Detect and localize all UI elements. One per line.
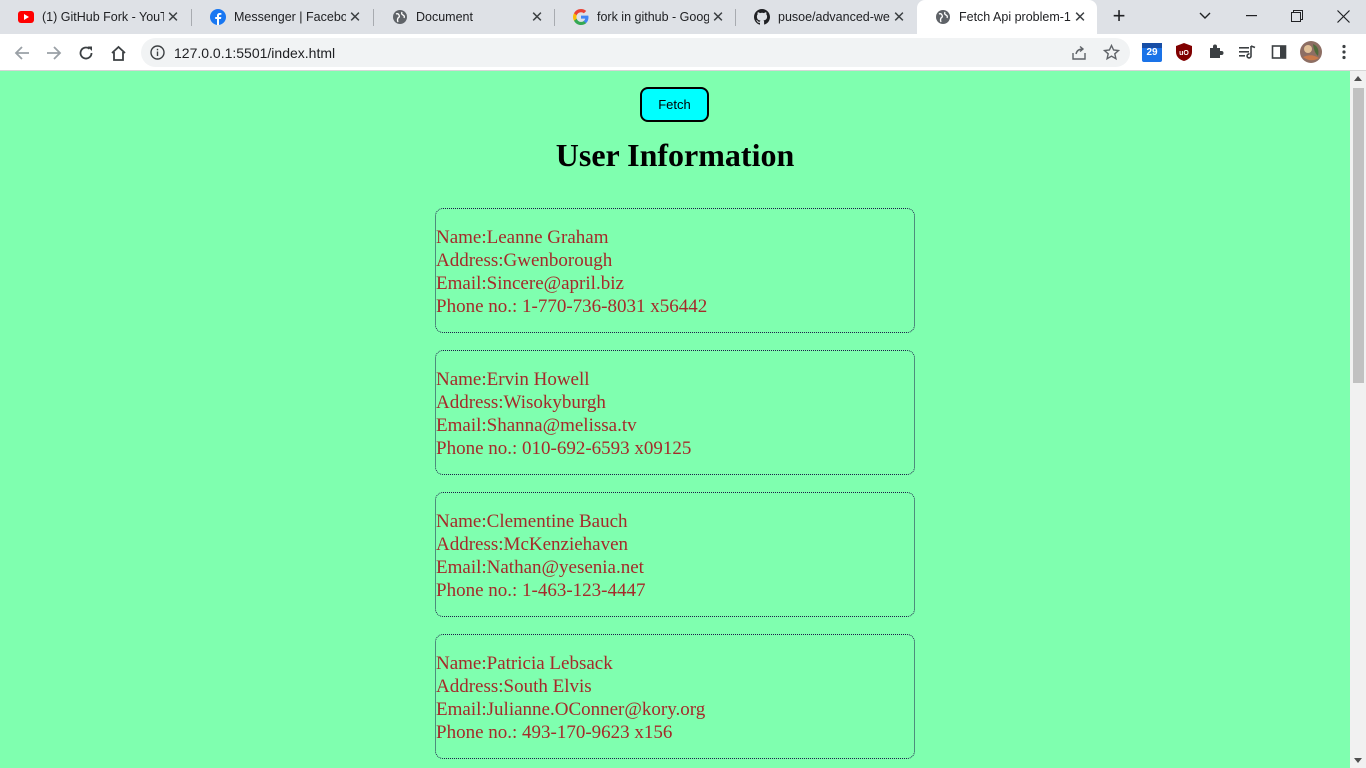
- scroll-up-arrow-icon[interactable]: [1354, 76, 1362, 81]
- tab-document[interactable]: Document ✕: [374, 0, 554, 34]
- page-title: User Information: [555, 137, 795, 173]
- close-icon[interactable]: ✕: [346, 8, 364, 26]
- calendar-extension-icon[interactable]: 29: [1141, 41, 1163, 63]
- user-email: Email:Julianne.OConner@kory.org: [436, 699, 706, 720]
- user-card: Name:Clementine Bauch Address:McKenzieha…: [435, 492, 915, 617]
- arrow-left-icon: [14, 46, 29, 60]
- tab-title: fork in github - Google Search: [597, 10, 709, 24]
- avatar[interactable]: [1300, 41, 1322, 63]
- tab-search-button[interactable]: [1182, 0, 1228, 32]
- tab-title: Fetch Api problem-1: [959, 10, 1071, 24]
- reload-icon: [79, 46, 93, 60]
- user-address: Address:South Elvis: [436, 676, 592, 697]
- extensions-puzzle-icon[interactable]: [1205, 41, 1227, 63]
- user-phone: Phone no.: 493-170-9623 x156: [436, 722, 673, 743]
- new-tab-button[interactable]: +: [1107, 5, 1131, 29]
- star-icon[interactable]: [1103, 44, 1120, 61]
- side-panel-icon[interactable]: [1268, 41, 1290, 63]
- user-phone: Phone no.: 1-463-123-4447: [436, 580, 646, 601]
- user-phone: Phone no.: 010-692-6593 x09125: [436, 438, 692, 459]
- close-icon[interactable]: ✕: [890, 8, 908, 26]
- back-button[interactable]: [8, 39, 36, 67]
- tab-strip: (1) GitHub Fork - YouTube ✕ Messenger | …: [0, 0, 1366, 34]
- tab-title: (1) GitHub Fork - YouTube: [42, 10, 164, 24]
- info-icon[interactable]: [150, 45, 165, 60]
- address-bar[interactable]: 127.0.0.1:5501/index.html: [141, 38, 1130, 67]
- restore-button[interactable]: [1274, 0, 1320, 32]
- tab-title: Messenger | Facebook: [234, 10, 346, 24]
- tab-youtube[interactable]: (1) GitHub Fork - YouTube ✕: [0, 0, 190, 34]
- close-window-button[interactable]: [1320, 0, 1366, 32]
- home-icon: [110, 45, 126, 61]
- user-card: Name:Patricia Lebsack Address:South Elvi…: [435, 634, 915, 759]
- scrollbar-thumb[interactable]: [1353, 88, 1364, 383]
- forward-button[interactable]: [40, 39, 68, 67]
- menu-dots-icon[interactable]: [1333, 41, 1355, 63]
- extension-badge: 29: [1146, 47, 1158, 58]
- minimize-button[interactable]: [1228, 0, 1274, 32]
- arrow-right-icon: [47, 46, 62, 60]
- tab-title: pusoe/advanced-web: [778, 10, 890, 24]
- home-button[interactable]: [104, 39, 132, 67]
- user-name: Name:Leanne Graham: [436, 227, 609, 248]
- share-icon[interactable]: [1071, 45, 1087, 61]
- svg-text:uO: uO: [1179, 50, 1189, 57]
- google-icon: [573, 9, 589, 25]
- user-address: Address:Gwenborough: [436, 250, 613, 271]
- close-icon[interactable]: ✕: [709, 8, 727, 26]
- tab-google-search[interactable]: fork in github - Google Search ✕: [555, 0, 735, 34]
- close-icon[interactable]: ✕: [1071, 8, 1089, 26]
- page-content: Fetch User Information Name:Leanne Graha…: [0, 71, 1350, 768]
- reload-button[interactable]: [72, 39, 100, 67]
- media-controls-icon[interactable]: [1236, 41, 1258, 63]
- browser-toolbar: 127.0.0.1:5501/index.html 29 uO: [0, 34, 1366, 71]
- tab-fetch-api[interactable]: Fetch Api problem-1 ✕: [917, 0, 1097, 34]
- restore-icon: [1291, 10, 1303, 22]
- scroll-down-arrow-icon[interactable]: [1354, 758, 1362, 763]
- user-card: Name:Ervin Howell Address:Wisokyburgh Em…: [435, 350, 915, 475]
- user-email: Email:Nathan@yesenia.net: [436, 557, 644, 578]
- close-icon[interactable]: ✕: [164, 8, 182, 26]
- tab-title: Document: [416, 10, 473, 24]
- close-icon[interactable]: ✕: [528, 8, 546, 26]
- tab-messenger[interactable]: Messenger | Facebook ✕: [192, 0, 372, 34]
- github-icon: [754, 9, 770, 25]
- vertical-scrollbar[interactable]: [1350, 71, 1366, 768]
- user-card: Name:Leanne Graham Address:Gwenborough E…: [435, 208, 915, 333]
- facebook-icon: [210, 9, 226, 25]
- chevron-down-icon: [1199, 12, 1211, 19]
- globe-icon: [392, 9, 408, 25]
- youtube-icon: [18, 9, 34, 25]
- close-icon: [1336, 9, 1350, 23]
- user-name: Name:Patricia Lebsack: [436, 653, 613, 674]
- user-phone: Phone no.: 1-770-736-8031 x56442: [436, 296, 708, 317]
- user-address: Address:Wisokyburgh: [436, 392, 606, 413]
- fetch-button[interactable]: Fetch: [640, 87, 709, 122]
- user-name: Name:Ervin Howell: [436, 369, 590, 390]
- user-email: Email:Shanna@melissa.tv: [436, 415, 637, 436]
- ublock-extension-icon[interactable]: uO: [1173, 41, 1195, 63]
- globe-icon: [935, 9, 951, 25]
- tab-github[interactable]: pusoe/advanced-web ✕: [736, 0, 916, 34]
- user-name: Name:Clementine Bauch: [436, 511, 628, 532]
- user-address: Address:McKenziehaven: [436, 534, 629, 555]
- url-text: 127.0.0.1:5501/index.html: [174, 45, 336, 61]
- user-email: Email:Sincere@april.biz: [436, 273, 624, 294]
- minimize-icon: [1245, 15, 1257, 17]
- user-list: Name:Leanne Graham Address:Gwenborough E…: [435, 208, 915, 768]
